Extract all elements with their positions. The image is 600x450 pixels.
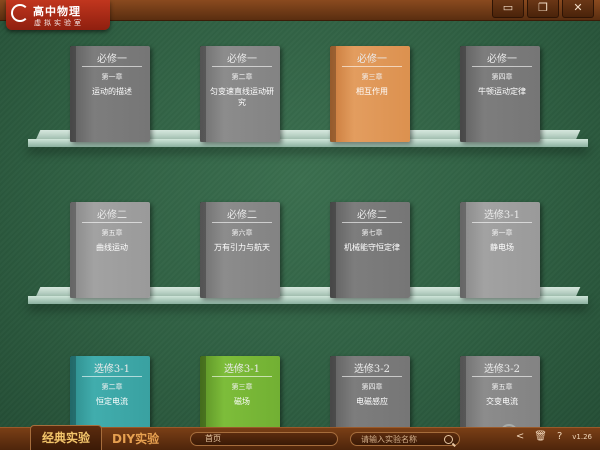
share-icon[interactable]: <	[516, 431, 524, 442]
close-button[interactable]: ✕	[562, 0, 594, 18]
breadcrumb[interactable]: 首页	[190, 432, 338, 446]
book-card[interactable]: 必修一 第四章 牛顿运动定律	[460, 46, 540, 142]
logo-c-icon	[11, 4, 29, 22]
logo-title: 高中物理	[33, 5, 81, 18]
app-window: 高中物理 虚拟实验室 ▭ ❐ ✕ 必修一 第一章 运动的描述 必修一 第二章 匀…	[0, 0, 600, 450]
book-chapter: 第五章	[101, 229, 123, 237]
book-series: 选修3-1	[93, 364, 131, 375]
book-chapter: 第四章	[491, 73, 513, 81]
bottom-bar: 经典实验 DIY实验 首页 < 🗑 ? v1.26	[0, 425, 600, 450]
book-chapter: 第六章	[231, 229, 253, 237]
book-card[interactable]: 必修二 第七章 机械能守恒定律	[330, 202, 410, 298]
search-box[interactable]	[350, 432, 460, 446]
book-card[interactable]: 必修二 第六章 万有引力与航天	[200, 202, 280, 298]
book-series: 必修二	[357, 210, 387, 221]
app-logo: 高中物理 虚拟实验室	[6, 0, 110, 30]
trash-icon[interactable]: 🗑	[534, 431, 547, 442]
book-title: 静电场	[490, 243, 514, 252]
book-chapter: 第四章	[361, 383, 383, 391]
book-series: 必修一	[97, 54, 127, 65]
book-card[interactable]: 必修一 第三章 相互作用	[330, 46, 410, 142]
search-input[interactable]	[361, 434, 441, 444]
book-title: 牛顿运动定律	[478, 87, 526, 96]
book-title: 电磁感应	[356, 397, 388, 406]
tab-classic-experiments[interactable]: 经典实验	[30, 425, 102, 450]
book-title: 曲线运动	[96, 243, 128, 252]
book-series: 必修一	[357, 54, 387, 65]
minimize-button[interactable]: ▭	[492, 0, 524, 18]
book-card[interactable]: 必修二 第五章 曲线运动	[70, 202, 150, 298]
book-card[interactable]: 必修一 第一章 运动的描述	[70, 46, 150, 142]
book-chapter: 第二章	[101, 383, 123, 391]
book-title: 机械能守恒定律	[344, 243, 400, 252]
book-title: 运动的描述	[92, 87, 132, 96]
book-card[interactable]: 选修3-1 第一章 静电场	[460, 202, 540, 298]
book-card[interactable]: 必修一 第二章 匀变速直线运动研究	[200, 46, 280, 142]
window-controls: ▭ ❐ ✕	[492, 0, 594, 18]
book-title: 磁场	[234, 397, 250, 406]
book-chapter: 第二章	[231, 73, 253, 81]
book-chapter: 第七章	[361, 229, 383, 237]
help-icon[interactable]: ?	[557, 431, 562, 442]
book-series: 必修一	[227, 54, 257, 65]
book-series: 选修3-1	[223, 364, 261, 375]
book-chapter: 第三章	[361, 73, 383, 81]
tab-diy-experiments[interactable]: DIY实验	[112, 428, 159, 450]
book-series: 必修一	[487, 54, 517, 65]
search-icon[interactable]	[444, 435, 453, 444]
book-series: 必修二	[97, 210, 127, 221]
book-series: 选修3-1	[483, 210, 521, 221]
book-chapter: 第三章	[231, 383, 253, 391]
book-title: 万有引力与航天	[214, 243, 270, 252]
book-series: 必修二	[227, 210, 257, 221]
restore-button[interactable]: ❐	[527, 0, 559, 18]
book-title: 匀变速直线运动研究	[210, 87, 274, 107]
book-title: 相互作用	[356, 87, 388, 96]
logo-subtitle: 虚拟实验室	[34, 19, 84, 27]
version-label: v1.26	[572, 432, 592, 441]
book-chapter: 第五章	[491, 383, 513, 391]
breadcrumb-home[interactable]: 首页	[205, 433, 221, 445]
book-chapter: 第一章	[491, 229, 513, 237]
book-series: 选修3-2	[483, 364, 521, 375]
book-title: 交变电流	[486, 397, 518, 406]
bottom-icons: < 🗑 ? v1.26	[516, 431, 592, 442]
book-series: 选修3-2	[353, 364, 391, 375]
book-chapter: 第一章	[101, 73, 123, 81]
book-title: 恒定电流	[96, 397, 128, 406]
